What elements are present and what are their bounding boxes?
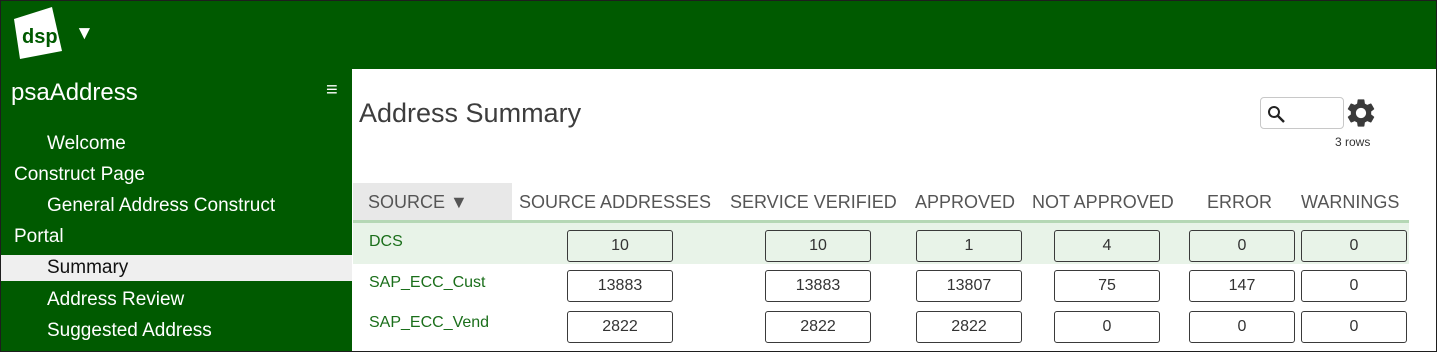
- dropdown-arrow-icon[interactable]: ▼: [75, 23, 94, 45]
- approved-cell[interactable]: 13807: [916, 270, 1022, 302]
- service-verified-cell[interactable]: 2822: [765, 311, 871, 343]
- sidebar-item-general-address-construct[interactable]: General Address Construct: [1, 193, 352, 219]
- service-verified-cell[interactable]: 10: [765, 230, 871, 262]
- sidebar-item-portal[interactable]: Portal: [1, 224, 352, 250]
- search-icon: [1268, 106, 1285, 123]
- search-input[interactable]: [1260, 97, 1344, 129]
- service-verified-cell[interactable]: 13883: [765, 270, 871, 302]
- rows-count: 3 rows: [1335, 135, 1371, 149]
- not-approved-cell[interactable]: 4: [1054, 230, 1160, 262]
- sidebar: psaAddress ≡ Welcome Construct Page Gene…: [1, 69, 352, 351]
- app-title: psaAddress: [11, 79, 138, 106]
- source-link[interactable]: SAP_ECC_Cust: [369, 274, 486, 292]
- column-header-source-addresses[interactable]: SOURCE ADDRESSES: [519, 183, 711, 221]
- table-row[interactable]: SAP_ECC_Vend 2822 2822 2822 0 0 0: [353, 305, 1409, 351]
- column-header-service-verified[interactable]: SERVICE VERIFIED: [730, 183, 897, 221]
- column-header-not-approved[interactable]: NOT APPROVED: [1032, 183, 1174, 221]
- column-header-warnings[interactable]: WARNINGS: [1301, 183, 1399, 221]
- not-approved-cell[interactable]: 0: [1054, 311, 1160, 343]
- warnings-cell[interactable]: 0: [1301, 270, 1407, 302]
- hamburger-icon[interactable]: ≡: [326, 79, 338, 101]
- page-title: Address Summary: [359, 98, 582, 128]
- source-link[interactable]: DCS: [369, 233, 403, 251]
- error-cell[interactable]: 147: [1189, 270, 1295, 302]
- column-header-approved[interactable]: APPROVED: [915, 183, 1015, 221]
- gear-icon[interactable]: [1344, 96, 1378, 130]
- app-window: dsp ▼ psaAddress ≡ Welcome Construct Pag…: [0, 0, 1437, 352]
- sidebar-item-construct-page[interactable]: Construct Page: [1, 162, 352, 188]
- logo-icon[interactable]: dsp: [12, 5, 64, 61]
- table-row[interactable]: DCS 10 10 1 4 0 0: [353, 223, 1409, 264]
- source-addresses-cell[interactable]: 10: [567, 230, 673, 262]
- source-addresses-cell[interactable]: 2822: [567, 311, 673, 343]
- approved-cell[interactable]: 1: [916, 230, 1022, 262]
- table-row[interactable]: SAP_ECC_Cust 13883 13883 13807 75 147 0: [353, 264, 1409, 305]
- sidebar-item-suggested-address[interactable]: Suggested Address: [1, 318, 352, 344]
- warnings-cell[interactable]: 0: [1301, 311, 1407, 343]
- column-header-error[interactable]: ERROR: [1207, 183, 1272, 221]
- logo-text: dsp: [22, 26, 58, 48]
- approved-cell[interactable]: 2822: [916, 311, 1022, 343]
- column-header-source[interactable]: SOURCE ▼: [353, 183, 512, 221]
- error-cell[interactable]: 0: [1189, 311, 1295, 343]
- error-cell[interactable]: 0: [1189, 230, 1295, 262]
- source-link[interactable]: SAP_ECC_Vend: [369, 314, 489, 332]
- source-addresses-cell[interactable]: 13883: [567, 270, 673, 302]
- sidebar-item-welcome[interactable]: Welcome: [1, 131, 352, 157]
- sidebar-item-address-review[interactable]: Address Review: [1, 287, 352, 313]
- sidebar-item-summary[interactable]: Summary: [1, 255, 352, 281]
- top-bar: dsp ▼: [1, 1, 1436, 69]
- warnings-cell[interactable]: 0: [1301, 230, 1407, 262]
- not-approved-cell[interactable]: 75: [1054, 270, 1160, 302]
